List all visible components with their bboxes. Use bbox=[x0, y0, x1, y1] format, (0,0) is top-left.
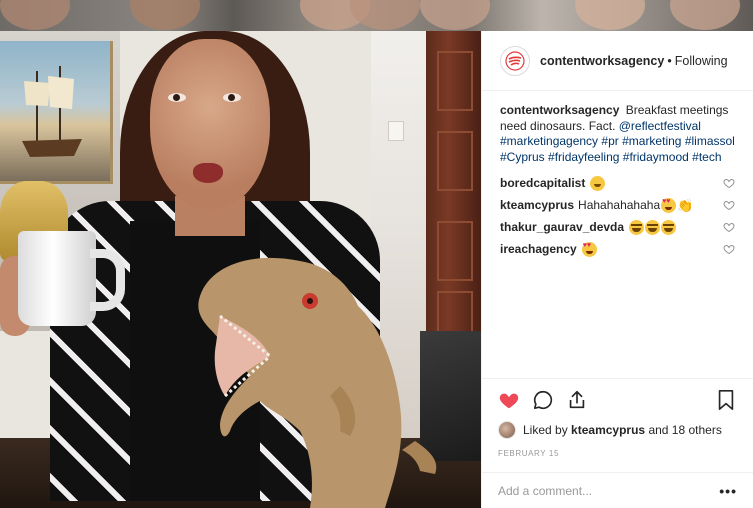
comment-text: Hahahahahaha bbox=[578, 198, 661, 212]
hashtag-link[interactable]: #limassol bbox=[685, 134, 735, 148]
light-switch bbox=[388, 121, 404, 141]
header-separator: • bbox=[667, 53, 672, 68]
background-person bbox=[0, 0, 70, 30]
post-header: contentworksagency • Following bbox=[482, 31, 753, 91]
like-button[interactable] bbox=[498, 389, 520, 411]
like-comment-heart-icon[interactable] bbox=[723, 243, 735, 255]
cabinet-panel bbox=[437, 51, 473, 111]
liked-by-suffix[interactable]: and 18 others bbox=[648, 423, 721, 437]
heart-eyes-emoji-icon bbox=[661, 197, 677, 213]
account-avatar[interactable] bbox=[500, 45, 530, 76]
background-feed bbox=[0, 0, 753, 32]
share-upload-icon bbox=[569, 390, 585, 409]
joy-emoji-icon bbox=[629, 219, 645, 235]
background-person bbox=[130, 0, 200, 30]
joy-emoji-icon bbox=[645, 219, 661, 235]
caption-mention[interactable]: @reflectfestival bbox=[619, 119, 701, 133]
comment-username[interactable]: ireachagency bbox=[500, 242, 577, 256]
background-person bbox=[575, 0, 645, 30]
coffee-mug-handle bbox=[90, 249, 125, 311]
post-date: FEBRUARY 15 bbox=[498, 449, 559, 458]
comment-body: ireachagency bbox=[500, 241, 597, 257]
post-modal: contentworksagency • Following contentwo… bbox=[0, 31, 753, 508]
comment-body: thakur_gaurav_devda bbox=[500, 219, 677, 235]
comment-username[interactable]: kteamcyprus bbox=[500, 198, 574, 212]
action-icon-bar bbox=[498, 387, 737, 413]
comment-body: boredcapitalist bbox=[500, 175, 606, 191]
bookmark-icon bbox=[718, 390, 734, 410]
liker-avatar[interactable] bbox=[498, 421, 516, 439]
hashtag-link[interactable]: #pr bbox=[601, 134, 618, 148]
comments-list: contentworksagency Breakfast meetings ne… bbox=[482, 91, 753, 378]
follow-status-button[interactable]: Following bbox=[675, 54, 728, 68]
grin-emoji-icon bbox=[590, 175, 606, 191]
background-person bbox=[420, 0, 490, 30]
hashtag-link[interactable]: #marketingagency bbox=[500, 134, 598, 148]
post-photo[interactable] bbox=[0, 31, 481, 508]
comment-item: boredcapitalist bbox=[500, 173, 735, 193]
photo-face bbox=[150, 39, 270, 209]
like-comment-heart-icon[interactable] bbox=[723, 177, 735, 189]
post-actions: Liked by kteamcyprus and 18 others FEBRU… bbox=[482, 378, 753, 458]
comment-username[interactable]: boredcapitalist bbox=[500, 176, 585, 190]
comment-button[interactable] bbox=[532, 389, 554, 411]
comment-item: kteamcyprus Hahahahahaha 👏 bbox=[500, 195, 735, 215]
hashtag-link[interactable]: #tech bbox=[692, 150, 721, 164]
coffee-mug bbox=[18, 231, 96, 326]
photo-painting bbox=[0, 41, 113, 184]
liked-by-prefix: Liked by bbox=[523, 423, 568, 437]
photo-mouth bbox=[193, 163, 223, 183]
background-person bbox=[350, 0, 420, 30]
heart-eyes-emoji-icon bbox=[581, 241, 597, 257]
clap-emoji-icon: 👏 bbox=[677, 197, 694, 213]
more-options-button[interactable]: ••• bbox=[719, 483, 737, 499]
username-link[interactable]: contentworksagency bbox=[540, 54, 664, 68]
post-side-panel: contentworksagency • Following contentwo… bbox=[481, 31, 753, 508]
background-person bbox=[670, 0, 740, 30]
comment-item: ireachagency bbox=[500, 239, 735, 259]
add-comment-input[interactable] bbox=[498, 483, 720, 498]
brand-logo-icon bbox=[505, 50, 525, 71]
joy-emoji-icon bbox=[661, 219, 677, 235]
heart-filled-icon bbox=[499, 393, 519, 409]
hashtag-link[interactable]: #marketing bbox=[622, 134, 681, 148]
like-comment-heart-icon[interactable] bbox=[723, 221, 735, 233]
hashtag-link[interactable]: #fridaymood bbox=[623, 150, 689, 164]
post-caption: contentworksagency Breakfast meetings ne… bbox=[500, 103, 735, 165]
comment-bubble-icon bbox=[533, 390, 553, 410]
photo-eye bbox=[168, 93, 186, 102]
save-button[interactable] bbox=[715, 389, 737, 411]
comment-body: kteamcyprus Hahahahahaha 👏 bbox=[500, 197, 694, 213]
cabinet-panel bbox=[437, 131, 473, 191]
caption-username[interactable]: contentworksagency bbox=[500, 103, 619, 117]
like-comment-heart-icon[interactable] bbox=[723, 199, 735, 211]
hashtag-link[interactable]: #Cyprus bbox=[500, 150, 545, 164]
comment-username[interactable]: thakur_gaurav_devda bbox=[500, 220, 624, 234]
hashtag-link[interactable]: #fridayfeeling bbox=[548, 150, 619, 164]
liker-username[interactable]: kteamcyprus bbox=[571, 423, 645, 437]
ship-painting-icon bbox=[22, 66, 82, 157]
photo-eye bbox=[223, 93, 241, 102]
add-comment-bar: ••• bbox=[482, 472, 753, 508]
share-button[interactable] bbox=[566, 389, 588, 411]
liked-by-summary: Liked by kteamcyprus and 18 others bbox=[498, 421, 737, 439]
dinosaur-toy-icon bbox=[198, 257, 437, 508]
comment-item: thakur_gaurav_devda bbox=[500, 217, 735, 237]
